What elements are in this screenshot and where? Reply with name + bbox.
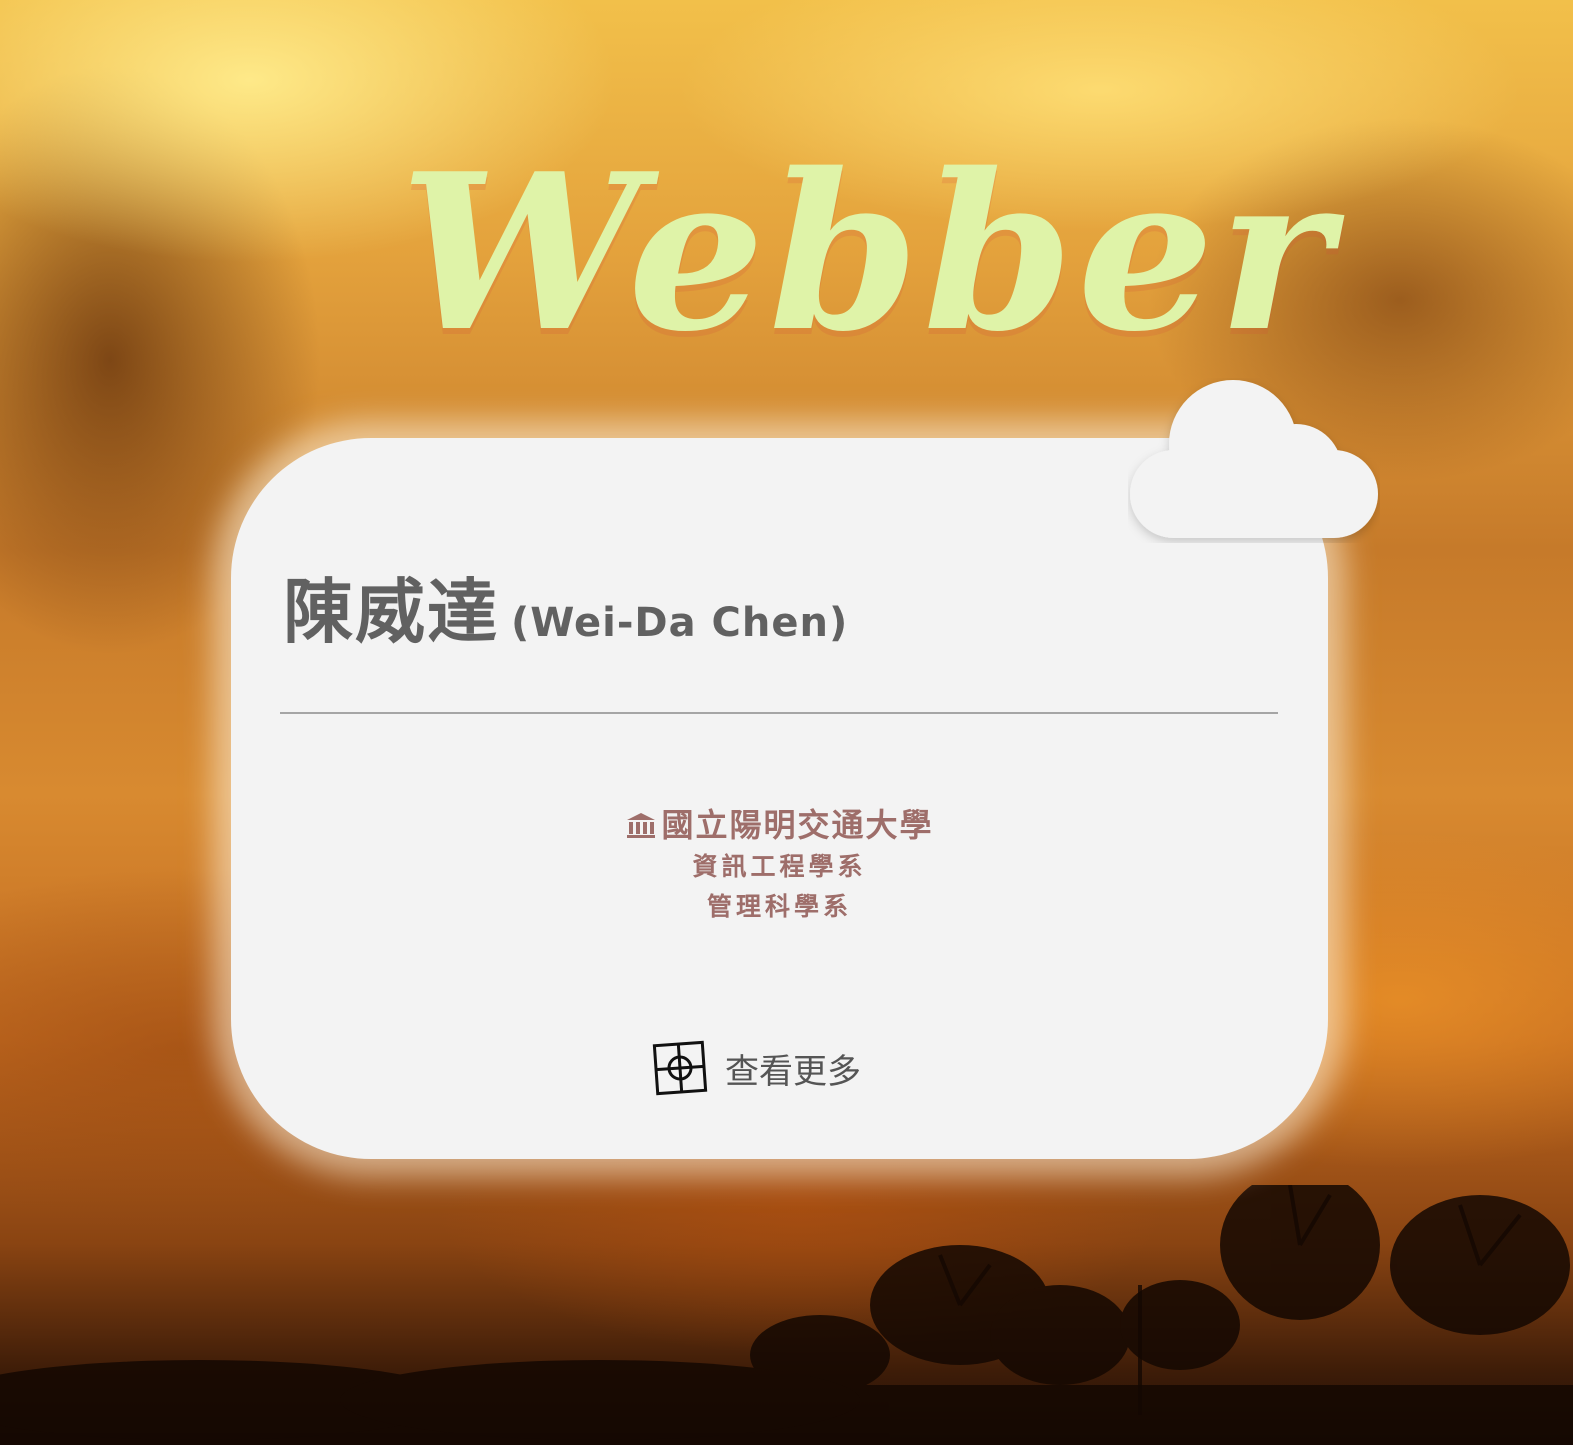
site-logo[interactable]: Webber [400,118,1331,388]
crosshair-square-icon [651,1039,709,1097]
affiliation: 國立陽明交通大學 資訊工程學系 管理科學系 [231,803,1328,927]
school-line: 國立陽明交通大學 [231,803,1328,847]
department-1: 資訊工程學系 [692,852,867,881]
institution-icon [625,805,657,838]
view-more-label: 查看更多 [725,1051,861,1092]
tree-silhouettes [0,1185,1573,1445]
divider [280,712,1278,714]
profile-name: 陳威達 (Wei-Da Chen) [283,556,848,657]
profile-card: 陳威達 (Wei-Da Chen) 國立陽明交通大學 資訊工程學系 管理科學系 [231,438,1328,1159]
school-name: 國立陽明交通大學 [661,806,934,844]
name-chinese: 陳威達 [283,571,499,653]
department-2: 管理科學系 [706,892,852,921]
name-english: (Wei-Da Chen) [511,600,849,646]
view-more-link[interactable]: 查看更多 [651,1038,861,1098]
cloud-icon [1130,380,1378,538]
